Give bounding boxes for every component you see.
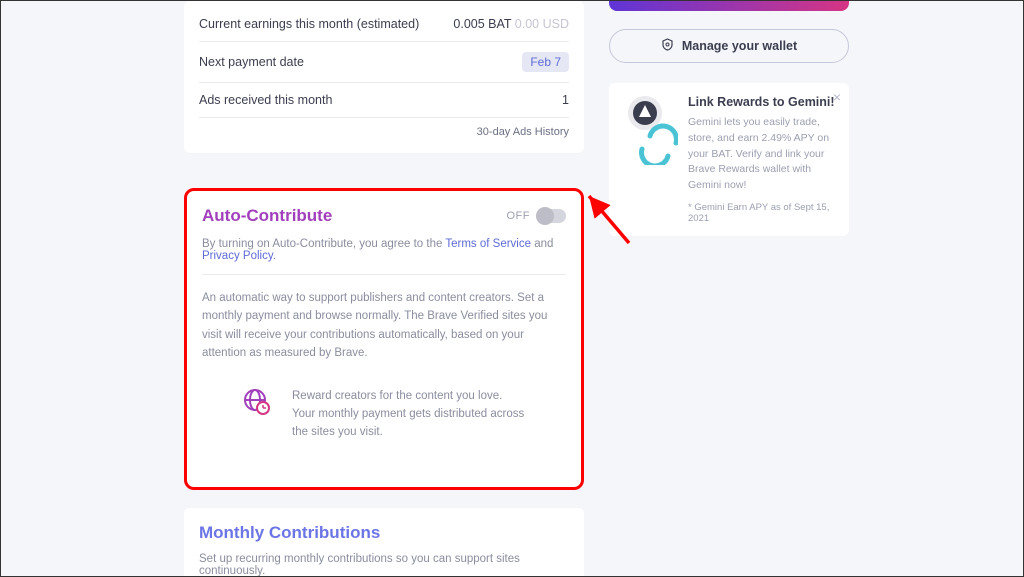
ads-received-row: Ads received this month 1 <box>199 83 569 118</box>
auto-contribute-agreement: By turning on Auto-Contribute, you agree… <box>202 238 566 275</box>
earnings-value: 0.005 BAT 0.00 USD <box>453 17 569 31</box>
manage-wallet-label: Manage your wallet <box>682 39 797 53</box>
monthly-contributions-subtitle: Set up recurring monthly contributions s… <box>199 553 569 577</box>
auto-contribute-feature: Reward creators for the content you love… <box>202 377 566 452</box>
auto-contribute-description: An automatic way to support publishers a… <box>202 275 566 377</box>
toggle-track <box>536 209 566 223</box>
ads-received-label: Ads received this month <box>199 93 332 107</box>
gemini-body: Gemini lets you easily trade, store, and… <box>688 115 835 194</box>
ads-received-value: 1 <box>562 93 569 107</box>
ads-history-link[interactable]: 30-day Ads History <box>199 118 569 138</box>
next-payment-badge: Feb 7 <box>522 52 569 72</box>
auto-contribute-card: Auto-Contribute OFF By turning on Auto-C… <box>184 188 584 490</box>
auto-contribute-feature-text: Reward creators for the content you love… <box>292 387 526 442</box>
manage-wallet-button[interactable]: Manage your wallet <box>609 29 849 63</box>
earnings-row: Current earnings this month (estimated) … <box>199 7 569 42</box>
next-payment-label: Next payment date <box>199 55 304 69</box>
auto-contribute-title: Auto-Contribute <box>202 206 332 226</box>
toggle-state-label: OFF <box>507 210 531 222</box>
earnings-label: Current earnings this month (estimated) <box>199 17 419 31</box>
privacy-policy-link[interactable]: Privacy Policy <box>202 250 273 262</box>
auto-contribute-toggle[interactable]: OFF <box>507 209 567 223</box>
wallet-gradient-bar <box>609 1 849 11</box>
monthly-contributions-title: Monthly Contributions <box>199 523 569 543</box>
gemini-title: Link Rewards to Gemini! <box>688 95 835 109</box>
next-payment-row: Next payment date Feb 7 <box>199 42 569 83</box>
close-icon[interactable]: × <box>833 89 841 105</box>
gemini-promo-card: × Link Rewards to Gemini! Gemini lets yo… <box>609 83 849 236</box>
gemini-icon <box>623 95 678 165</box>
globe-clock-icon <box>242 387 272 420</box>
shield-icon <box>661 38 674 54</box>
toggle-knob <box>536 207 554 225</box>
monthly-contributions-card: Monthly Contributions Set up recurring m… <box>184 508 584 577</box>
terms-of-service-link[interactable]: Terms of Service <box>445 238 531 250</box>
gemini-footnote: * Gemini Earn APY as of Sept 15, 2021 <box>688 202 835 224</box>
ads-stats-card: Current earnings this month (estimated) … <box>184 1 584 153</box>
